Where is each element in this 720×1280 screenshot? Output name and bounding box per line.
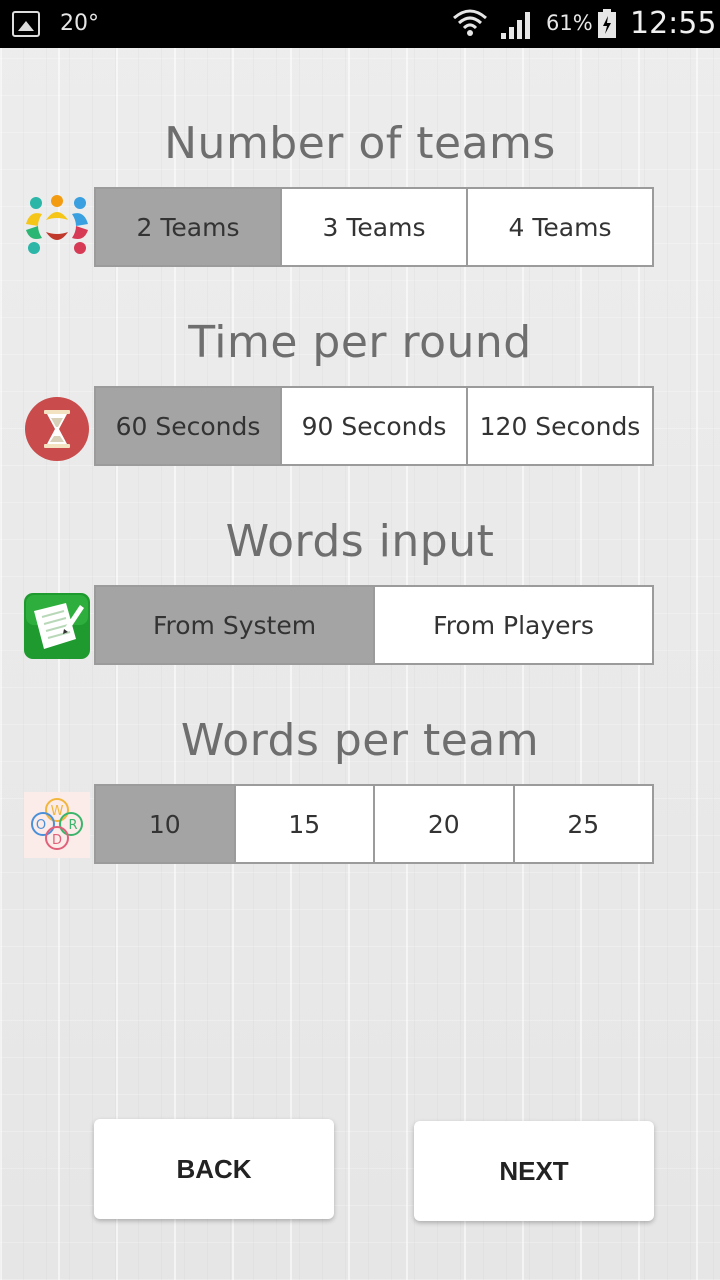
word-logo-icon: W O R D [24, 792, 90, 858]
teams-option-2[interactable]: 2 Teams [96, 189, 280, 265]
hourglass-icon [25, 397, 89, 461]
battery-icon [598, 9, 616, 38]
words-per-team-title: Words per team [180, 715, 540, 766]
clock-time: 12:55 [630, 6, 717, 41]
wifi-icon [453, 9, 487, 36]
signal-icon [501, 12, 530, 39]
teams-title: Number of teams [164, 118, 556, 169]
words-input-option-system[interactable]: From System [96, 587, 373, 663]
teams-icon [26, 195, 88, 254]
words-input-option-players[interactable]: From Players [375, 587, 652, 663]
time-option-60[interactable]: 60 Seconds [96, 388, 280, 464]
time-option-120[interactable]: 120 Seconds [468, 388, 652, 464]
temperature-text: 20° [60, 11, 99, 36]
svg-text:D: D [52, 833, 62, 848]
teams-segmented-control: 2 Teams 3 Teams 4 Teams [94, 187, 654, 267]
time-segmented-control: 60 Seconds 90 Seconds 120 Seconds [94, 386, 654, 466]
time-option-90[interactable]: 90 Seconds [282, 388, 466, 464]
words-per-team-segmented-control: 10 15 20 25 [94, 784, 654, 864]
words-per-team-option-15[interactable]: 15 [235, 786, 373, 862]
words-input-segmented-control: From System From Players [94, 585, 654, 665]
status-bar: 20° 61% 12:55 [0, 0, 720, 48]
teams-option-4[interactable]: 4 Teams [468, 189, 652, 265]
teams-option-3[interactable]: 3 Teams [282, 189, 466, 265]
svg-text:O: O [36, 818, 46, 833]
svg-text:R: R [68, 818, 77, 833]
words-input-title: Words input [225, 516, 495, 567]
words-per-team-option-20[interactable]: 20 [375, 786, 513, 862]
words-per-team-option-10[interactable]: 10 [96, 786, 234, 862]
svg-text:W: W [51, 804, 64, 819]
gallery-notification-icon [12, 11, 40, 37]
back-button[interactable]: BACK [94, 1119, 334, 1219]
words-per-team-option-25[interactable]: 25 [514, 786, 652, 862]
battery-percent: 61% [546, 11, 593, 35]
next-button[interactable]: NEXT [414, 1121, 654, 1221]
notes-icon [24, 593, 90, 659]
time-title: Time per round [188, 317, 532, 368]
